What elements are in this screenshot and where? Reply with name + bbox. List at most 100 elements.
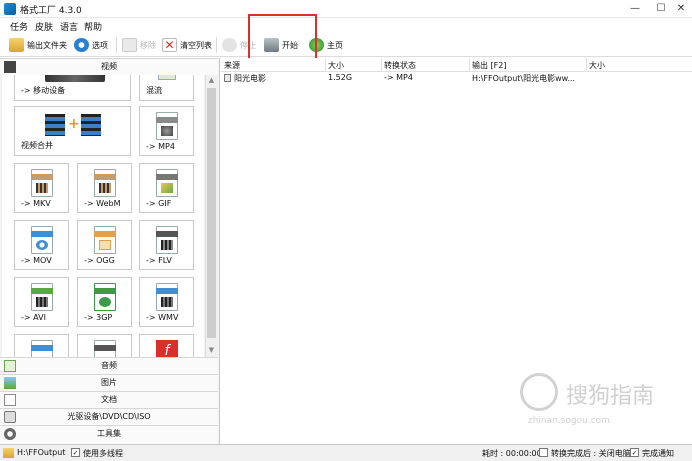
category-rom-device[interactable]: 光驱设备\DVD\CD\ISO (0, 408, 218, 425)
remove-icon (122, 38, 137, 52)
tile-3gp[interactable]: -> 3GP (77, 277, 132, 327)
tile-ogg[interactable]: -> OGG (77, 220, 132, 270)
plus-icon: + (68, 116, 80, 132)
mpeg-file-icon (30, 340, 53, 357)
category-toolbox[interactable]: 工具集 (0, 425, 218, 444)
output-folder-button[interactable]: 输出文件夹 (9, 36, 67, 54)
tile-vob[interactable] (77, 334, 132, 357)
disc-drive-icon (4, 411, 16, 423)
multithread-label: 使用多线程 (83, 449, 123, 458)
menu-language[interactable]: 语言 (60, 20, 78, 33)
minimize-button[interactable]: — (624, 1, 646, 17)
picture-category-icon (4, 377, 16, 389)
category-audio[interactable]: 音频 (0, 357, 218, 374)
menu-help[interactable]: 帮助 (84, 20, 102, 33)
ogg-file-icon (93, 226, 116, 254)
toolbox-gear-icon (4, 428, 16, 440)
stop-icon (222, 38, 237, 52)
video-tile-grid: -> 移动设备 混流 + 视频合并 -> MP4 -> MKV -> WebM … (2, 75, 204, 357)
column-divider (469, 58, 470, 72)
after-done-label: 转换完成后 : 关闭电脑 (551, 449, 631, 458)
menu-bar: 任务 皮肤 语言 帮助 (0, 18, 692, 33)
column-status[interactable]: 转换状态 (384, 60, 416, 71)
tile-scrollbar[interactable]: ▲ ▼ (205, 75, 217, 357)
3gp-file-icon (93, 283, 116, 311)
tile-mkv[interactable]: -> MKV (14, 163, 69, 213)
scrollbar-thumb[interactable] (207, 88, 216, 338)
elapsed-time: 耗时 : 00:00:00 (482, 449, 542, 458)
options-button[interactable]: 选项 (74, 36, 108, 54)
tile-mov[interactable]: -> MOV (14, 220, 69, 270)
tile-mpeg[interactable] (14, 334, 69, 357)
watermark-url: zhinan.sogou.com (528, 416, 610, 426)
menu-skin[interactable]: 皮肤 (35, 20, 53, 33)
audio-category-icon (4, 360, 16, 372)
flv-file-icon (155, 226, 178, 254)
tile-gif[interactable]: -> GIF (139, 163, 194, 213)
mobile-devices-icon (45, 75, 105, 82)
row-status: -> MP4 (384, 73, 413, 82)
flash-icon: f (156, 340, 178, 357)
scroll-up-arrow-icon[interactable]: ▲ (206, 75, 217, 86)
maximize-button[interactable]: ☐ (650, 1, 672, 17)
notify-label: 完成通知 (642, 449, 674, 458)
mux-icon (158, 75, 176, 80)
column-divider (381, 58, 382, 72)
clear-list-icon: ✕ (162, 38, 177, 52)
close-button[interactable]: ✕ (670, 1, 692, 17)
remove-button[interactable]: 移除 (122, 36, 156, 54)
row-size: 1.52G (328, 73, 353, 82)
column-output[interactable]: 输出 [F2] (472, 60, 506, 71)
tile-wmv[interactable]: -> WMV (139, 277, 194, 327)
film-strip-icon (81, 114, 101, 136)
tile-video-join[interactable]: + 视频合并 (14, 106, 131, 156)
menu-task[interactable]: 任务 (10, 20, 28, 33)
mkv-file-icon (30, 169, 53, 197)
column-out-size[interactable]: 大小 (589, 60, 605, 71)
title-bar: 格式工厂 4.3.0 — ☐ ✕ (0, 0, 692, 18)
scroll-down-arrow-icon[interactable]: ▼ (206, 345, 217, 356)
toolbar-separator (216, 37, 217, 53)
category-picture[interactable]: 图片 (0, 374, 218, 391)
output-folder-icon (3, 448, 14, 458)
start-highlight-box (248, 14, 317, 61)
webm-file-icon (93, 169, 116, 197)
column-source[interactable]: 来源 (224, 60, 240, 71)
category-video[interactable]: 视频 (0, 58, 218, 75)
folder-icon (9, 38, 24, 52)
mp4-file-icon (155, 112, 178, 140)
clear-list-button[interactable]: ✕ 清空列表 (162, 36, 212, 54)
multithread-checkbox[interactable]: ✓ (71, 448, 80, 457)
row-output: H:\FFOutput\阳光电影ww... (472, 74, 576, 83)
video-category-icon (4, 61, 16, 73)
film-strip-icon (45, 114, 65, 136)
tile-flv[interactable]: -> FLV (139, 220, 194, 270)
tile-mobile-devices[interactable]: -> 移动设备 (14, 75, 131, 101)
table-row[interactable]: 阳光电影 1.52G -> MP4 H:\FFOutput\阳光电影ww... (221, 72, 692, 85)
column-divider (325, 58, 326, 72)
notify-checkbox[interactable]: ✓ (630, 448, 639, 457)
gif-file-icon (155, 169, 178, 197)
tile-mux[interactable]: 混流 (139, 75, 194, 101)
task-list-header: 来源 大小 转换状态 输出 [F2] 大小 (221, 58, 692, 72)
mov-file-icon (30, 226, 53, 254)
options-icon (74, 38, 89, 52)
tile-swf[interactable]: f (139, 334, 194, 357)
toolbar: 输出文件夹 选项 移除 ✕ 清空列表 停止 开始 主页 (0, 33, 692, 57)
watermark-logo (520, 373, 558, 411)
watermark-text: 搜狗指南 (566, 384, 655, 409)
after-done-checkbox[interactable] (539, 448, 548, 457)
wmv-file-icon (155, 283, 178, 311)
tile-webm[interactable]: -> WebM (77, 163, 132, 213)
output-path[interactable]: H:\FFOutput (17, 448, 65, 457)
file-icon (224, 74, 231, 82)
category-document[interactable]: 文档 (0, 391, 218, 408)
document-category-icon (4, 394, 16, 406)
tile-avi[interactable]: -> AVI (14, 277, 69, 327)
app-icon (4, 3, 16, 15)
column-size[interactable]: 大小 (328, 60, 344, 71)
row-source: 阳光电影 (234, 74, 266, 83)
toolbar-separator (116, 37, 117, 53)
vob-file-icon (93, 340, 116, 357)
tile-mp4[interactable]: -> MP4 (139, 106, 194, 156)
